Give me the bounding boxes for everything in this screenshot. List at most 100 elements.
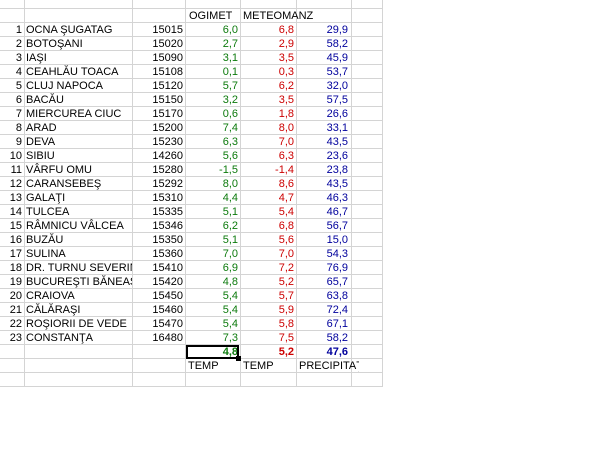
row-number-cell[interactable]: 13 — [0, 191, 22, 205]
ogimet-temp-cell[interactable]: 7,4 — [186, 121, 240, 135]
station-name-cell[interactable]: MIERCUREA CIUC — [26, 107, 132, 121]
precipitation-cell[interactable]: 67,1 — [297, 317, 350, 331]
station-code-cell[interactable]: 15292 — [133, 177, 183, 191]
station-name-cell[interactable]: ARAD — [26, 121, 132, 135]
ogimet-temp-cell[interactable]: 6,2 — [186, 219, 240, 233]
fill-handle[interactable] — [236, 356, 241, 361]
row-number-cell[interactable]: 4 — [0, 65, 22, 79]
station-name-cell[interactable]: BUCUREŞTI BĂNEASA — [26, 275, 132, 289]
station-code-cell[interactable]: 15346 — [133, 219, 183, 233]
total-meteomanz-cell[interactable]: 5,2 — [241, 345, 296, 359]
station-code-cell[interactable]: 15410 — [133, 261, 183, 275]
row-number-cell[interactable]: 12 — [0, 177, 22, 191]
precipitation-cell[interactable]: 65,7 — [297, 275, 350, 289]
station-name-cell[interactable]: CĂLĂRAŞI — [26, 303, 132, 317]
station-code-cell[interactable]: 16480 — [133, 331, 183, 345]
meteomanz-temp-cell[interactable]: 5,9 — [241, 303, 296, 317]
precipitation-cell[interactable]: 58,2 — [297, 331, 350, 345]
meteomanz-temp-cell[interactable]: 6,8 — [241, 23, 296, 37]
row-number-cell[interactable]: 7 — [0, 107, 22, 121]
ogimet-temp-cell[interactable]: 4,4 — [186, 191, 240, 205]
station-name-cell[interactable]: DR. TURNU SEVERIN — [26, 261, 132, 275]
meteomanz-temp-cell[interactable]: 1,8 — [241, 107, 296, 121]
precipitation-cell[interactable]: 33,1 — [297, 121, 350, 135]
precipitation-cell[interactable]: 76,9 — [297, 261, 350, 275]
station-name-cell[interactable]: ROŞIORII DE VEDE — [26, 317, 132, 331]
precipitation-cell[interactable]: 43,5 — [297, 135, 350, 149]
meteomanz-temp-cell[interactable]: 7,0 — [241, 135, 296, 149]
station-code-cell[interactable]: 15450 — [133, 289, 183, 303]
row-number-cell[interactable]: 8 — [0, 121, 22, 135]
meteomanz-temp-cell[interactable]: 5,4 — [241, 205, 296, 219]
meteomanz-temp-cell[interactable]: 8,0 — [241, 121, 296, 135]
precipitation-cell[interactable]: 15,0 — [297, 233, 350, 247]
precipitation-cell[interactable]: 53,7 — [297, 65, 350, 79]
precipitation-cell[interactable]: 46,7 — [297, 205, 350, 219]
row-number-cell[interactable]: 16 — [0, 233, 22, 247]
meteomanz-temp-cell[interactable]: 7,5 — [241, 331, 296, 345]
station-code-cell[interactable]: 15335 — [133, 205, 183, 219]
ogimet-temp-cell[interactable]: 7,0 — [186, 247, 240, 261]
row-number-cell[interactable]: 5 — [0, 79, 22, 93]
precipitation-cell[interactable]: 32,0 — [297, 79, 350, 93]
precipitation-cell[interactable]: 57,5 — [297, 93, 350, 107]
row-number-cell[interactable]: 17 — [0, 247, 22, 261]
precipitation-cell[interactable]: 63,8 — [297, 289, 350, 303]
precipitation-cell[interactable]: 45,9 — [297, 51, 350, 65]
meteomanz-temp-cell[interactable]: 3,5 — [241, 51, 296, 65]
footer-precip-label[interactable]: PRECIPITAŢII — [299, 359, 359, 373]
meteomanz-temp-cell[interactable]: 4,7 — [241, 191, 296, 205]
row-number-cell[interactable]: 6 — [0, 93, 22, 107]
row-number-cell[interactable]: 22 — [0, 317, 22, 331]
station-code-cell[interactable]: 15120 — [133, 79, 183, 93]
meteomanz-temp-cell[interactable]: 8,6 — [241, 177, 296, 191]
station-name-cell[interactable]: CONSTANŢA — [26, 331, 132, 345]
ogimet-temp-cell[interactable]: 0,1 — [186, 65, 240, 79]
meteomanz-temp-cell[interactable]: 5,7 — [241, 289, 296, 303]
station-code-cell[interactable]: 15150 — [133, 93, 183, 107]
station-name-cell[interactable]: SULINA — [26, 247, 132, 261]
station-name-cell[interactable]: CARANSEBEŞ — [26, 177, 132, 191]
precipitation-cell[interactable]: 26,6 — [297, 107, 350, 121]
header-ogimet[interactable]: OGIMET — [189, 9, 232, 23]
station-name-cell[interactable]: RÂMNICU VÂLCEA — [26, 219, 132, 233]
row-number-cell[interactable]: 10 — [0, 149, 22, 163]
ogimet-temp-cell[interactable]: 6,9 — [186, 261, 240, 275]
row-number-cell[interactable]: 21 — [0, 303, 22, 317]
row-number-cell[interactable]: 20 — [0, 289, 22, 303]
ogimet-temp-cell[interactable]: 7,3 — [186, 331, 240, 345]
row-number-cell[interactable]: 3 — [0, 51, 22, 65]
station-name-cell[interactable]: DEVA — [26, 135, 132, 149]
ogimet-temp-cell[interactable]: 0,6 — [186, 107, 240, 121]
station-name-cell[interactable]: BOTOŞANI — [26, 37, 132, 51]
station-code-cell[interactable]: 15170 — [133, 107, 183, 121]
ogimet-temp-cell[interactable]: 3,2 — [186, 93, 240, 107]
meteomanz-temp-cell[interactable]: 2,9 — [241, 37, 296, 51]
station-name-cell[interactable]: BUZĂU — [26, 233, 132, 247]
header-meteomanz[interactable]: METEOMANZ — [243, 9, 313, 23]
row-number-cell[interactable]: 18 — [0, 261, 22, 275]
ogimet-temp-cell[interactable]: 8,0 — [186, 177, 240, 191]
footer-meteomanz-label[interactable]: TEMP — [243, 359, 274, 373]
station-code-cell[interactable]: 15090 — [133, 51, 183, 65]
meteomanz-temp-cell[interactable]: 5,6 — [241, 233, 296, 247]
ogimet-temp-cell[interactable]: 6,0 — [186, 23, 240, 37]
row-number-cell[interactable]: 15 — [0, 219, 22, 233]
row-number-cell[interactable]: 14 — [0, 205, 22, 219]
ogimet-temp-cell[interactable]: -1,5 — [186, 163, 240, 177]
meteomanz-temp-cell[interactable]: 6,8 — [241, 219, 296, 233]
row-number-cell[interactable]: 2 — [0, 37, 22, 51]
precipitation-cell[interactable]: 43,5 — [297, 177, 350, 191]
station-name-cell[interactable]: CEAHLĂU TOACA — [26, 65, 132, 79]
meteomanz-temp-cell[interactable]: 0,3 — [241, 65, 296, 79]
ogimet-temp-cell[interactable]: 5,4 — [186, 303, 240, 317]
meteomanz-temp-cell[interactable]: 6,3 — [241, 149, 296, 163]
station-name-cell[interactable]: CLUJ NAPOCA — [26, 79, 132, 93]
station-code-cell[interactable]: 15360 — [133, 247, 183, 261]
ogimet-temp-cell[interactable]: 5,1 — [186, 233, 240, 247]
meteomanz-temp-cell[interactable]: 3,5 — [241, 93, 296, 107]
station-code-cell[interactable]: 15020 — [133, 37, 183, 51]
row-number-cell[interactable]: 11 — [0, 163, 22, 177]
precipitation-cell[interactable]: 23,8 — [297, 163, 350, 177]
meteomanz-temp-cell[interactable]: 7,0 — [241, 247, 296, 261]
